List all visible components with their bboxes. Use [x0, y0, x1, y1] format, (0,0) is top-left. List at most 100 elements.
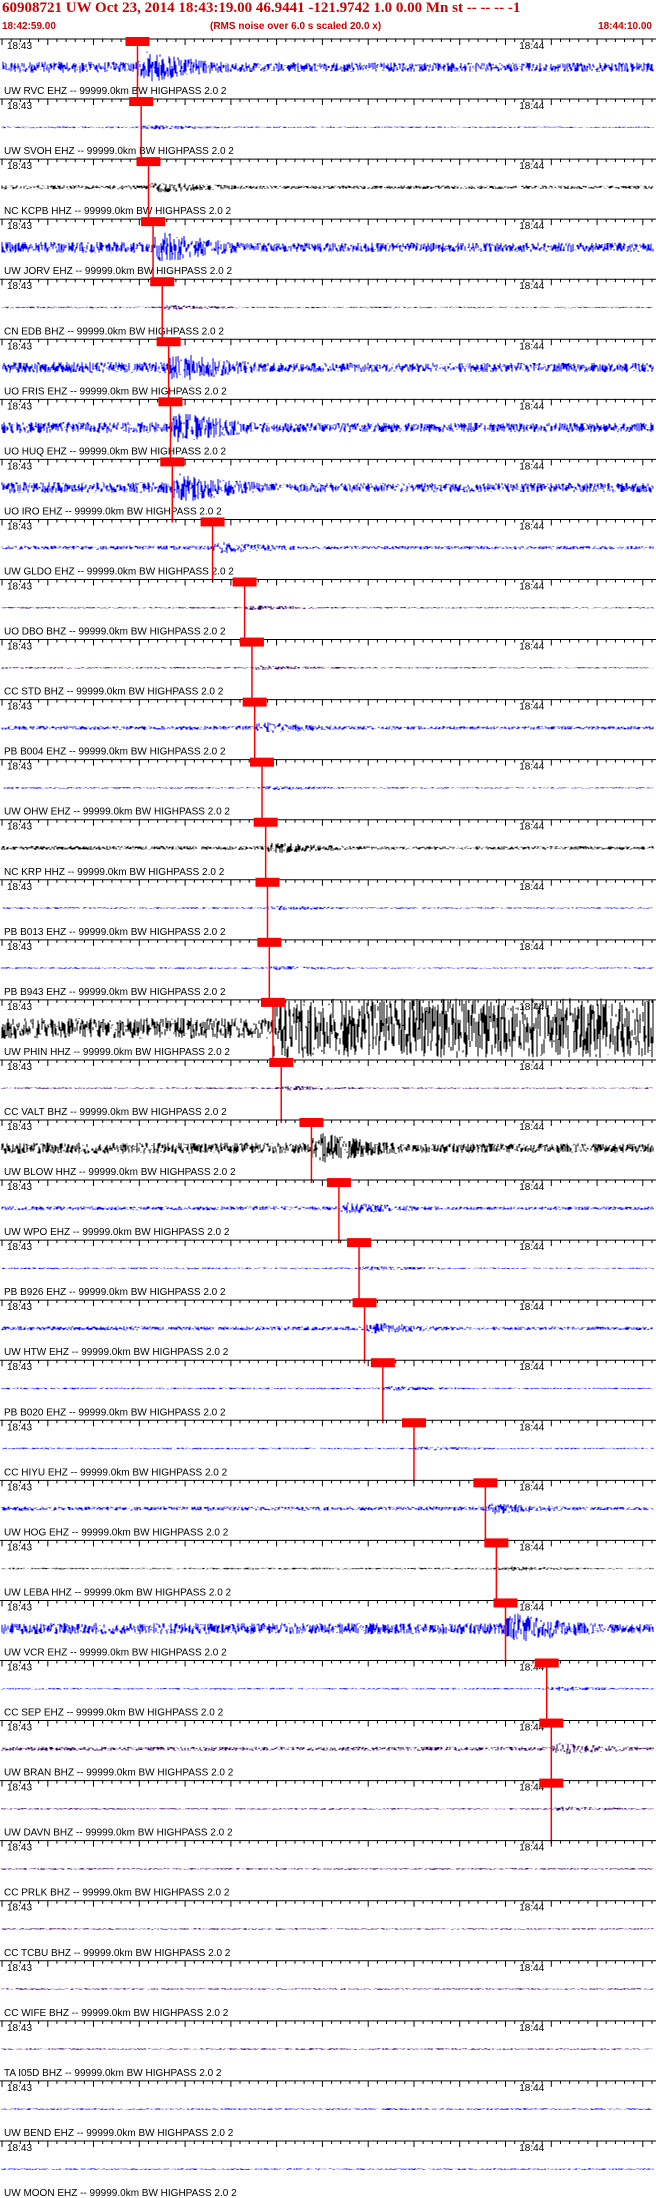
waveform-trace [1, 966, 654, 971]
time-axis-ticks [1, 459, 653, 466]
minute-label-right: 18:44 [519, 461, 544, 472]
waveform-trace [1, 125, 654, 130]
time-axis-ticks [1, 699, 653, 706]
time-axis-ticks [1, 219, 653, 226]
station-label: UW DAVN BHZ -- 99999.0km BW HIGHPASS 2.0… [4, 1828, 233, 1839]
minute-label-right: 18:44 [519, 822, 544, 833]
station-label: CC HIYU EHZ -- 99999.0km BW HIGHPASS 2.0… [4, 1467, 228, 1478]
station-label: UW WPO EHZ -- 99999.0km BW HIGHPASS 2.0 … [4, 1227, 230, 1238]
minute-label-right: 18:44 [519, 1542, 544, 1553]
station-label: UW SVOH EHZ -- 99999.0km BW HIGHPASS 2.0… [4, 146, 234, 157]
waveform-trace [1, 1085, 653, 1091]
minute-label: 18:43 [7, 41, 32, 52]
minute-label: 18:43 [7, 1362, 32, 1373]
pick-marker [347, 1238, 372, 1248]
pick-marker [253, 817, 278, 827]
waveform-trace [1, 1743, 654, 1755]
pick-marker [473, 1478, 498, 1488]
minute-label: 18:43 [7, 401, 32, 412]
minute-label-right: 18:44 [519, 882, 544, 893]
pick-marker [401, 1418, 426, 1428]
minute-label: 18:43 [7, 2023, 32, 2034]
station-label: PB B013 EHZ -- 99999.0km BW HIGHPASS 2.0… [4, 927, 226, 938]
minute-label: 18:43 [7, 521, 32, 532]
minute-label: 18:43 [7, 642, 32, 653]
minute-label: 18:43 [7, 1723, 32, 1734]
minute-label: 18:43 [7, 101, 32, 112]
minute-label: 18:43 [7, 1302, 32, 1313]
minute-label-right: 18:44 [519, 642, 544, 653]
time-axis-ticks [1, 159, 653, 166]
minute-label-right: 18:44 [519, 1422, 544, 1433]
minute-label: 18:43 [7, 221, 32, 232]
waveform-trace [1, 1806, 654, 1811]
waveform-trace [1, 473, 654, 501]
minute-label: 18:43 [7, 341, 32, 352]
minute-label-right: 18:44 [519, 1062, 544, 1073]
station-label: NC KRP HHZ -- 99999.0km BW HIGHPASS 2.0 … [4, 867, 225, 878]
minute-label: 18:43 [7, 1843, 32, 1854]
pick-marker [484, 1538, 509, 1548]
waveform-trace [1, 722, 654, 734]
end-time: 18:44:10.00 [598, 21, 652, 32]
minute-label-right: 18:44 [519, 101, 544, 112]
minute-label-right: 18:44 [519, 1242, 544, 1253]
waveform-trace [1, 305, 654, 310]
minute-label-right: 18:44 [519, 1602, 544, 1613]
waveform-trace [1, 51, 654, 82]
station-label: UW HTW EHZ -- 99999.0km BW HIGHPASS 2.0 … [4, 1347, 229, 1358]
waveform-trace [2, 785, 654, 791]
pick-marker [299, 1118, 324, 1127]
station-label: UW OHW EHZ -- 99999.0km BW HIGHPASS 2.0 … [4, 807, 230, 818]
pick-marker [242, 697, 267, 707]
waveform-trace [1, 413, 654, 443]
station-label: CN EDB BHZ -- 99999.0km BW HIGHPASS 2.0 … [4, 326, 224, 337]
time-axis-ticks [1, 1840, 653, 1847]
minute-label: 18:43 [7, 1783, 32, 1794]
station-label: UW PHIN HHZ -- 99999.0km BW HIGHPASS 2.0… [4, 1047, 230, 1058]
time-axis-ticks [1, 339, 653, 346]
time-axis-ticks [1, 1360, 653, 1367]
waveform-trace [1, 1566, 654, 1571]
pick-marker [493, 1598, 518, 1608]
pick-marker [158, 397, 183, 407]
minute-label-right: 18:44 [519, 281, 544, 292]
station-label: UO FRIS EHZ -- 99999.0km BW HIGHPASS 2.0… [4, 386, 227, 397]
pick-marker [232, 577, 257, 587]
noise-note: (RMS noise over 6.0 s scaled 20.0 x) [210, 21, 382, 32]
minute-label-right: 18:44 [519, 1843, 544, 1854]
pick-marker [129, 97, 154, 107]
minute-label: 18:43 [7, 1122, 32, 1133]
station-label: UW RVC EHZ -- 99999.0km BW HIGHPASS 2.0 … [4, 86, 227, 97]
start-time: 18:42:59.00 [2, 21, 56, 32]
minute-label: 18:43 [7, 1663, 32, 1674]
pick-marker [250, 757, 274, 767]
time-axis-ticks [1, 1240, 653, 1247]
station-label: UW BRAN BHZ -- 99999.0km BW HIGHPASS 2.0… [4, 1768, 234, 1779]
pick-marker [539, 1718, 564, 1728]
station-label: CC SEP EHZ -- 99999.0km BW HIGHPASS 2.0 … [4, 1708, 224, 1719]
waveform-trace [1, 1446, 654, 1451]
waveform-trace [1, 232, 654, 262]
minute-label: 18:43 [7, 1482, 32, 1493]
time-axis-ticks [1, 2080, 653, 2087]
waveform-trace [1, 1988, 654, 1990]
pick-marker [160, 457, 185, 467]
seismogram-plot: 18:43 18:44 UW RVC EHZ -- 99999.0km BW HIG… [0, 37, 656, 2198]
minute-label: 18:43 [7, 822, 32, 833]
station-label: UW HOG EHZ -- 99999.0km BW HIGHPASS 2.0 … [4, 1527, 229, 1538]
minute-label: 18:43 [7, 882, 32, 893]
minute-label-right: 18:44 [519, 942, 544, 953]
station-label: UW BLOW HHZ -- 99999.0km BW HIGHPASS 2.0… [4, 1167, 236, 1178]
minute-label-right: 18:44 [519, 1302, 544, 1313]
station-label: UO DBO BHZ -- 99999.0km BW HIGHPASS 2.0 … [4, 627, 226, 638]
station-label: UW GLDO EHZ -- 99999.0km BW HIGHPASS 2.0… [4, 567, 234, 578]
minute-label-right: 18:44 [519, 762, 544, 773]
minute-label-right: 18:44 [519, 2143, 544, 2154]
time-axis-ticks [1, 579, 653, 586]
station-label: UW LEBA HHZ -- 99999.0km BW HIGHPASS 2.0… [4, 1587, 232, 1598]
time-axis-ticks [1, 819, 653, 826]
pick-marker [136, 157, 161, 167]
station-label: CC STD BHZ -- 99999.0km BW HIGHPASS 2.0 … [4, 687, 224, 698]
time-axis-ticks [1, 999, 653, 1006]
